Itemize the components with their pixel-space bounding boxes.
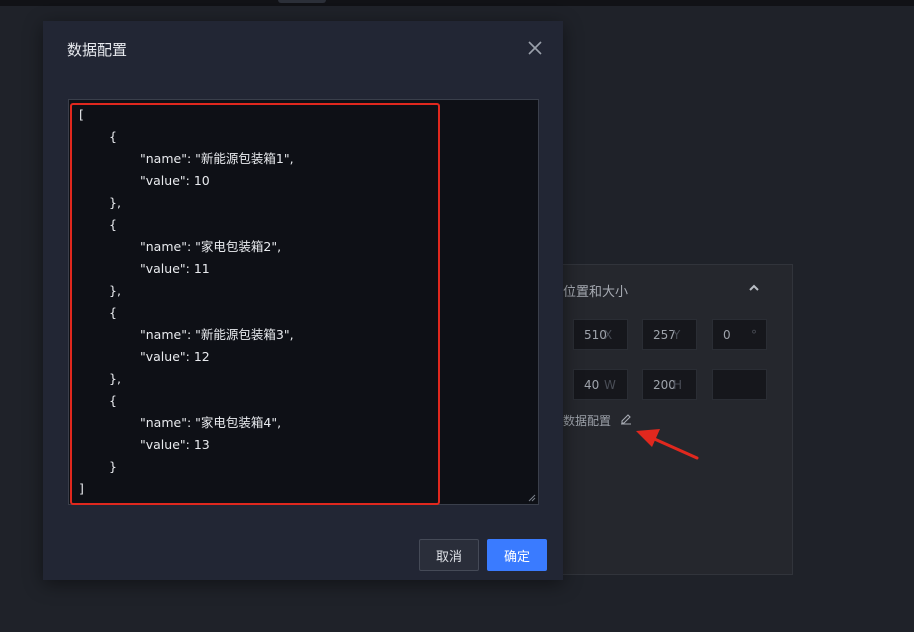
top-bar-tab: [278, 0, 326, 3]
width-input[interactable]: 40 W: [573, 369, 628, 400]
code-line: "value": 12: [140, 349, 210, 364]
top-bar: [0, 0, 914, 6]
confirm-button[interactable]: 确定: [487, 539, 547, 571]
code-line: ]: [79, 481, 84, 496]
code-line: "value": 10: [140, 173, 210, 188]
close-icon[interactable]: [527, 40, 543, 56]
data-config-link[interactable]: 数据配置: [563, 412, 611, 429]
extra-input[interactable]: [712, 369, 767, 400]
code-line: {: [109, 305, 117, 320]
edit-icon[interactable]: [619, 411, 633, 425]
code-line: "name": "新能源包装箱3",: [140, 327, 294, 342]
cancel-button[interactable]: 取消: [419, 539, 479, 571]
data-config-dialog: 数据配置 [ { "name": "新能源包装箱1", "value": 10 …: [43, 21, 563, 580]
code-line: "value": 13: [140, 437, 210, 452]
code-line: [: [79, 107, 84, 122]
dialog-title: 数据配置: [67, 41, 128, 59]
code-line: },: [109, 195, 121, 210]
code-line: "name": "新能源包装箱1",: [140, 151, 294, 166]
chevron-up-icon[interactable]: [747, 282, 761, 294]
x-input[interactable]: 510 X: [573, 319, 628, 350]
json-code: [ { "name": "新能源包装箱1", "value": 10 }, { …: [79, 104, 294, 500]
code-line: "name": "家电包装箱2",: [140, 239, 282, 254]
height-input[interactable]: 200 H: [642, 369, 697, 400]
rotation-input[interactable]: 0 °: [712, 319, 767, 350]
code-line: {: [109, 217, 117, 232]
code-line: "name": "家电包装箱4",: [140, 415, 282, 430]
code-line: },: [109, 371, 121, 386]
panel-title: 位置和大小: [563, 285, 629, 300]
code-line: }: [109, 459, 117, 474]
code-line: },: [109, 283, 121, 298]
y-input[interactable]: 257 Y: [642, 319, 697, 350]
code-line: {: [109, 129, 117, 144]
json-editor[interactable]: [ { "name": "新能源包装箱1", "value": 10 }, { …: [68, 99, 539, 505]
code-line: "value": 11: [140, 261, 210, 276]
code-line: {: [109, 393, 117, 408]
resize-handle-icon[interactable]: [528, 494, 536, 502]
